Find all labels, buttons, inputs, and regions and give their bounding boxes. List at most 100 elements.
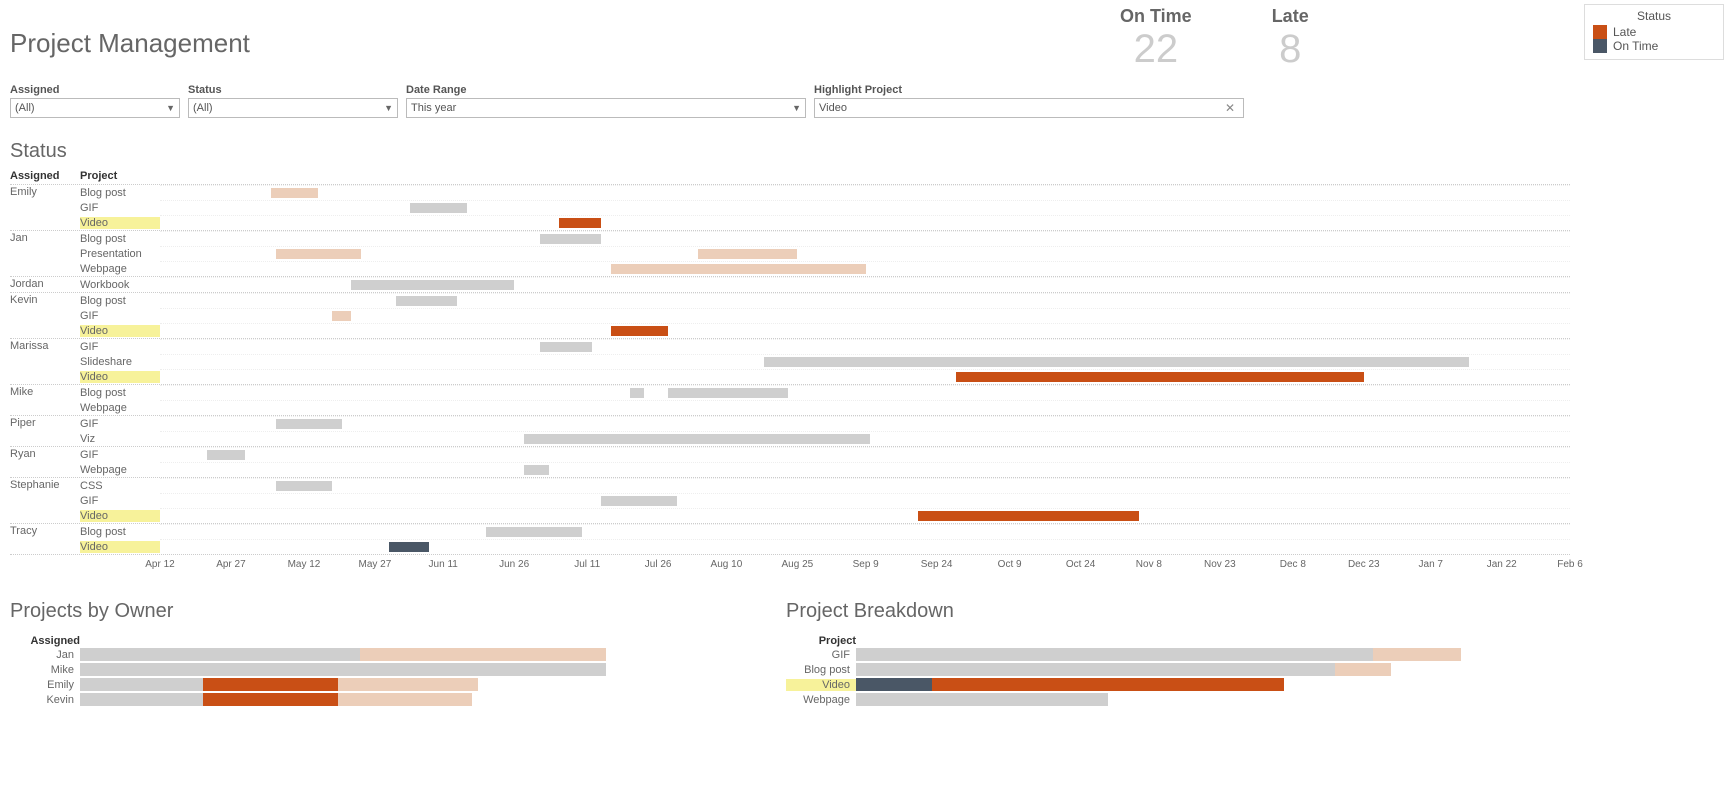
gantt-bar[interactable] xyxy=(396,296,457,306)
gantt-bar[interactable] xyxy=(764,357,1468,367)
stacked-segment[interactable] xyxy=(1335,663,1392,676)
gantt-axis-tick: Nov 23 xyxy=(1204,559,1236,570)
gantt-project-row: Presentation xyxy=(80,246,1570,261)
gantt-bar[interactable] xyxy=(207,450,245,460)
caret-down-icon: ▼ xyxy=(384,103,393,113)
gantt-col-project: Project xyxy=(80,170,160,182)
filter-daterange-value: This year xyxy=(411,102,456,114)
gantt-bar[interactable] xyxy=(630,388,644,398)
gantt-track xyxy=(160,231,1570,246)
gantt-bar[interactable] xyxy=(389,542,429,552)
gantt-person-name: Emily xyxy=(10,185,80,230)
gantt-bar[interactable] xyxy=(524,434,871,444)
gantt-bar[interactable] xyxy=(332,311,351,321)
gantt-bar[interactable] xyxy=(698,249,797,259)
gantt-track xyxy=(160,200,1570,215)
stacked-segment[interactable] xyxy=(932,678,1285,691)
stacked-segment[interactable] xyxy=(338,678,478,691)
clear-icon[interactable]: ✕ xyxy=(1221,101,1239,115)
legend-item-ontime[interactable]: On Time xyxy=(1593,39,1715,53)
stacked-segment[interactable] xyxy=(360,648,606,661)
stacked-row: Kevin xyxy=(10,692,640,707)
filter-status-dropdown[interactable]: (All) ▼ xyxy=(188,98,398,118)
gantt-bar[interactable] xyxy=(276,481,333,491)
gantt-bar[interactable] xyxy=(486,527,583,537)
gantt-col-assigned: Assigned xyxy=(10,170,80,182)
gantt-person-block: JordanWorkbook xyxy=(10,277,1570,293)
owners-body: JanMikeEmilyKevin xyxy=(10,647,640,707)
gantt-bar[interactable] xyxy=(918,511,1140,521)
owners-header: Assigned xyxy=(10,635,80,647)
stacked-track xyxy=(856,693,1486,706)
gantt-bar[interactable] xyxy=(540,234,601,244)
stacked-segment[interactable] xyxy=(80,648,360,661)
stacked-segment[interactable] xyxy=(80,693,203,706)
gantt-project-row: GIF xyxy=(80,308,1570,323)
gantt-axis-tick: Nov 8 xyxy=(1136,559,1162,570)
filter-status-value: (All) xyxy=(193,102,213,114)
gantt-axis-tick: Sep 24 xyxy=(921,559,953,570)
filter-highlight-input[interactable]: Video ✕ xyxy=(814,98,1244,118)
gantt-bar[interactable] xyxy=(524,465,550,475)
stacked-label: Mike xyxy=(10,664,80,676)
stacked-row: GIF xyxy=(786,647,1486,662)
stacked-segment[interactable] xyxy=(338,693,472,706)
gantt-track xyxy=(160,462,1570,477)
stacked-segment[interactable] xyxy=(203,678,337,691)
owners-chart: Assigned JanMikeEmilyKevin xyxy=(10,635,640,707)
filter-daterange-dropdown[interactable]: This year ▼ xyxy=(406,98,806,118)
gantt-track xyxy=(160,431,1570,446)
caret-down-icon: ▼ xyxy=(166,103,175,113)
gantt-person-name: Mike xyxy=(10,385,80,415)
gantt-track xyxy=(160,215,1570,230)
stacked-segment[interactable] xyxy=(856,648,1373,661)
breakdown-chart: Project GIFBlog postVideoWebpage xyxy=(786,635,1486,707)
filter-assigned-label: Assigned xyxy=(10,84,180,96)
filter-assigned-dropdown[interactable]: (All) ▼ xyxy=(10,98,180,118)
gantt-bar[interactable] xyxy=(271,188,318,198)
gantt-bar[interactable] xyxy=(611,264,866,274)
breakdown-header: Project xyxy=(786,635,856,647)
gantt-project-label: Blog post xyxy=(80,526,160,538)
gantt-bar[interactable] xyxy=(668,388,788,398)
gantt-axis-tick: May 12 xyxy=(288,559,321,570)
stacked-label: Blog post xyxy=(786,664,856,676)
stacked-segment[interactable] xyxy=(80,663,606,676)
gantt-bar[interactable] xyxy=(956,372,1364,382)
gantt-axis-tick: Jul 11 xyxy=(574,559,600,570)
stacked-segment[interactable] xyxy=(856,678,932,691)
gantt-track xyxy=(160,339,1570,354)
stacked-segment[interactable] xyxy=(80,678,203,691)
gantt-bar[interactable] xyxy=(540,342,592,352)
stacked-track xyxy=(80,693,640,706)
gantt-bar[interactable] xyxy=(601,496,677,506)
gantt-bar[interactable] xyxy=(410,203,467,213)
gantt-project-row: Slideshare xyxy=(80,354,1570,369)
kpi-ontime: On Time 22 xyxy=(1120,6,1192,72)
legend-item-late[interactable]: Late xyxy=(1593,25,1715,39)
gantt-bar[interactable] xyxy=(611,326,668,336)
status-legend: Status Late On Time xyxy=(1584,4,1724,60)
filter-assigned-value: (All) xyxy=(15,102,35,114)
stacked-segment[interactable] xyxy=(1373,648,1461,661)
gantt-project-row: GIF xyxy=(80,493,1570,508)
gantt-track xyxy=(160,478,1570,493)
gantt-bar[interactable] xyxy=(351,280,514,290)
gantt-project-label: GIF xyxy=(80,418,160,430)
gantt-project-label: Blog post xyxy=(80,387,160,399)
stacked-segment[interactable] xyxy=(203,693,337,706)
gantt-project-row: GIF xyxy=(80,200,1570,215)
gantt-bar[interactable] xyxy=(276,419,342,429)
legend-label-ontime: On Time xyxy=(1613,39,1658,53)
gantt-track xyxy=(160,277,1570,292)
stacked-segment[interactable] xyxy=(856,693,1108,706)
gantt-project-row: Viz xyxy=(80,431,1570,446)
gantt-bar[interactable] xyxy=(559,218,602,228)
stacked-segment[interactable] xyxy=(856,663,1335,676)
gantt-bar[interactable] xyxy=(276,249,361,259)
page-title: Project Management xyxy=(10,28,250,59)
gantt-axis-tick: Jan 7 xyxy=(1419,559,1443,570)
gantt-person-block: KevinBlog postGIFVideo xyxy=(10,293,1570,339)
gantt-project-label: GIF xyxy=(80,495,160,507)
filter-daterange-label: Date Range xyxy=(406,84,806,96)
